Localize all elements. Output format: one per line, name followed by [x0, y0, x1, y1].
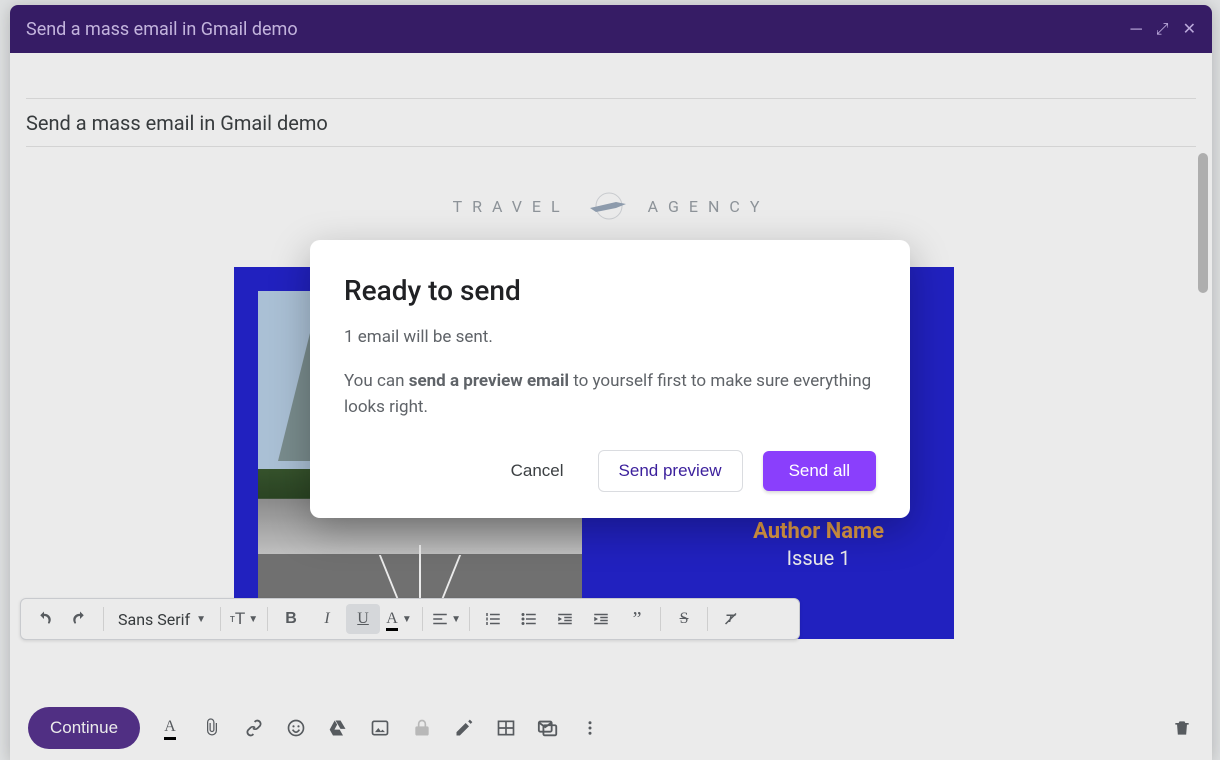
indent-less-icon[interactable]	[548, 604, 582, 634]
brand-left: TRAVEL	[453, 197, 570, 216]
plane-icon	[586, 192, 632, 220]
drive-icon[interactable]	[326, 716, 350, 740]
dialog-line1: 1 email will be sent.	[344, 327, 876, 347]
strikethrough-icon[interactable]: S	[667, 604, 701, 634]
dialog-actions: Cancel Send preview Send all	[344, 450, 876, 492]
bulleted-list-icon[interactable]	[512, 604, 546, 634]
pen-icon[interactable]	[452, 716, 476, 740]
dialog-title: Ready to send	[344, 274, 876, 307]
cancel-button[interactable]: Cancel	[497, 451, 578, 491]
subject-text: Send a mass email in Gmail demo	[26, 111, 328, 135]
issue-label: Issue 1	[753, 546, 884, 570]
dialog-line2: You can send a preview email to yourself…	[344, 369, 876, 420]
redo-icon[interactable]	[63, 604, 97, 634]
format-toolbar: Sans Serif ▼ тT ▼ B I U A▼ ▼	[20, 598, 800, 640]
ready-to-send-dialog: Ready to send 1 email will be sent. You …	[310, 240, 910, 518]
app-root: Send a mass email in Gmail demo ─ ⤢ ✕ Se…	[0, 0, 1220, 760]
confidential-icon[interactable]	[410, 716, 434, 740]
font-select[interactable]: Sans Serif ▼	[110, 610, 214, 629]
popout-icon[interactable]: ⤢	[1156, 21, 1169, 37]
newsletter-meta: Author Name Issue 1	[753, 519, 884, 570]
bold-icon[interactable]: B	[274, 604, 308, 634]
italic-icon[interactable]: I	[310, 604, 344, 634]
continue-button[interactable]: Continue	[28, 707, 140, 749]
align-icon[interactable]: ▼	[429, 604, 463, 634]
compose-titlebar: Send a mass email in Gmail demo ─ ⤢ ✕	[10, 5, 1212, 53]
recipients-row[interactable]	[26, 53, 1196, 99]
indent-more-icon[interactable]	[584, 604, 618, 634]
author-name: Author Name	[753, 519, 884, 544]
layout-icon[interactable]	[494, 716, 518, 740]
more-icon[interactable]	[578, 716, 602, 740]
window-controls: ─ ⤢ ✕	[1130, 21, 1196, 37]
compose-bottombar: Continue A	[10, 696, 1212, 760]
numbered-list-icon[interactable]	[476, 604, 510, 634]
mail-merge-icon[interactable]	[536, 716, 560, 740]
text-color-icon[interactable]: A▼	[382, 604, 416, 634]
scrollbar-thumb[interactable]	[1198, 153, 1208, 293]
font-size-icon[interactable]: тT ▼	[227, 604, 261, 634]
underline-icon[interactable]: U	[346, 604, 380, 634]
brand-logo: TRAVEL AGENCY	[10, 192, 1212, 220]
format-a-icon[interactable]: A	[158, 716, 182, 740]
quote-icon[interactable]: ”	[620, 604, 654, 634]
minimize-icon[interactable]: ─	[1130, 21, 1141, 37]
attach-icon[interactable]	[200, 716, 224, 740]
send-all-button[interactable]: Send all	[763, 451, 876, 491]
brand-right: AGENCY	[648, 197, 770, 216]
close-icon[interactable]: ✕	[1183, 21, 1196, 37]
link-icon[interactable]	[242, 716, 266, 740]
clear-formatting-icon[interactable]	[714, 604, 748, 634]
subject-row[interactable]: Send a mass email in Gmail demo	[26, 99, 1196, 147]
image-icon[interactable]	[368, 716, 392, 740]
emoji-icon[interactable]	[284, 716, 308, 740]
caret-down-icon: ▼	[196, 614, 206, 625]
font-name: Sans Serif	[118, 610, 190, 629]
undo-icon[interactable]	[27, 604, 61, 634]
trash-icon[interactable]	[1170, 716, 1194, 740]
send-preview-button[interactable]: Send preview	[598, 450, 743, 492]
compose-title: Send a mass email in Gmail demo	[26, 19, 298, 40]
